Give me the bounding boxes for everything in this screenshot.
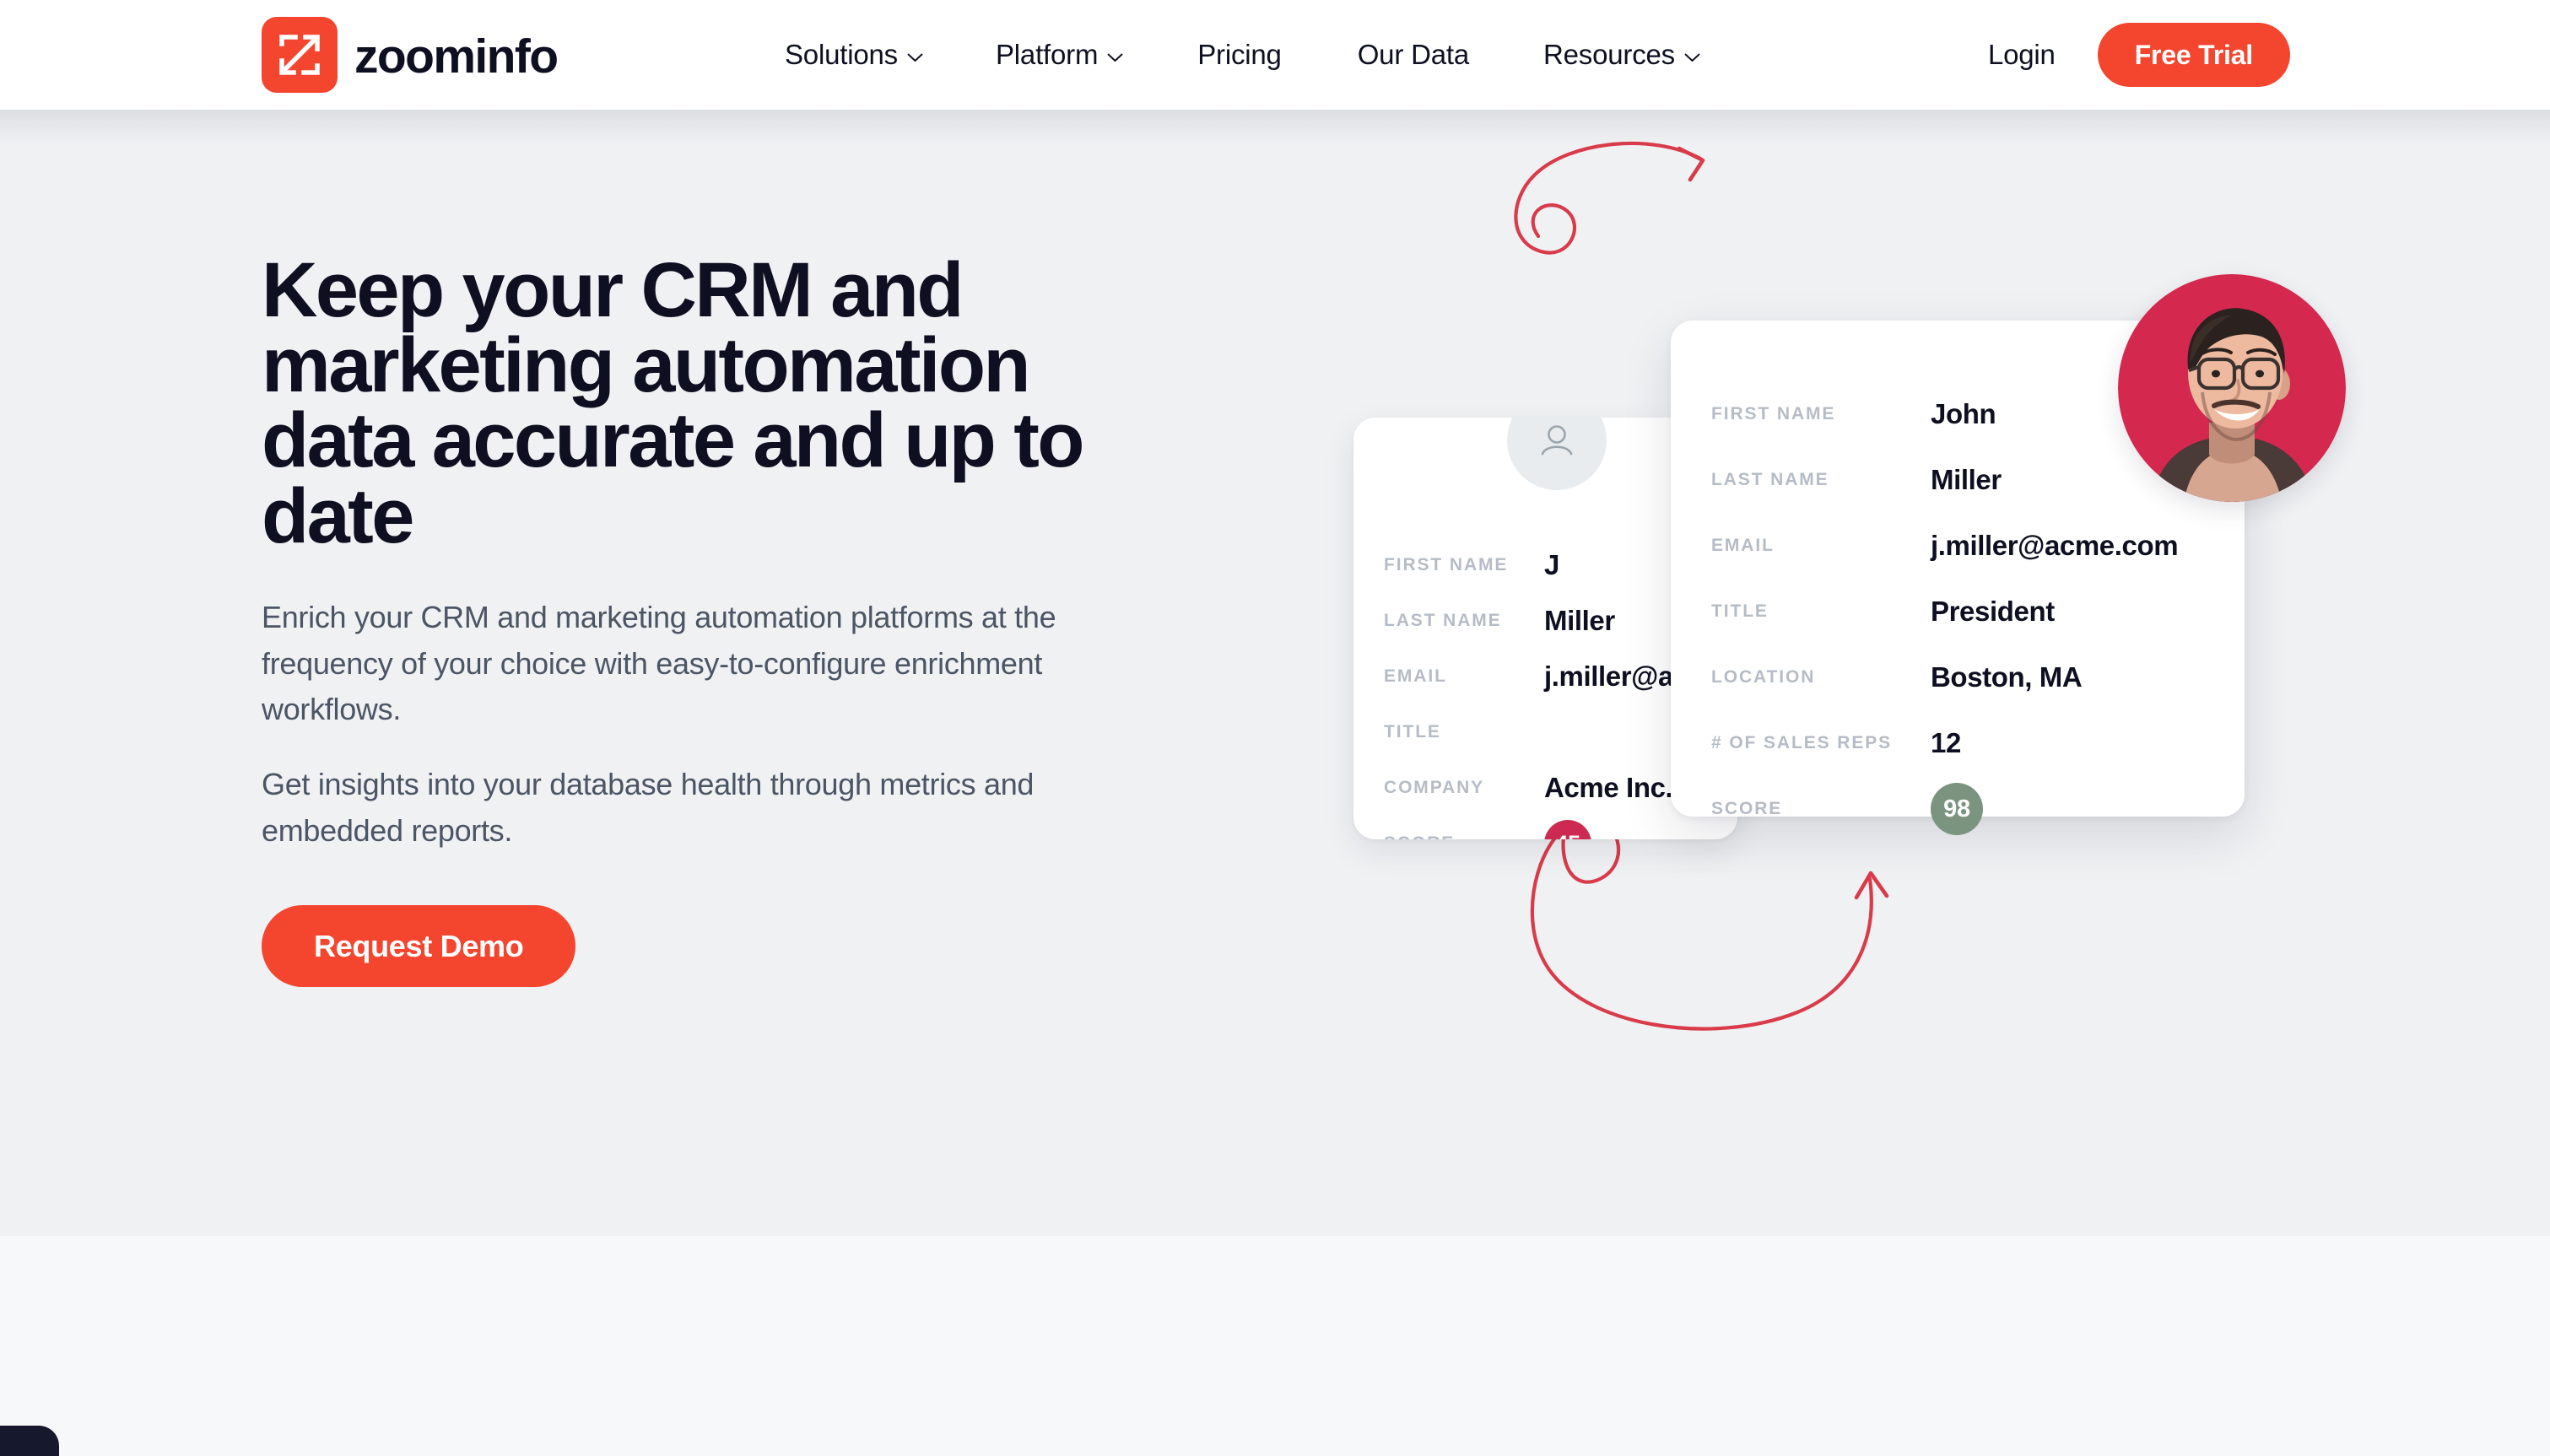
nav-item-platform[interactable]: Platform (996, 39, 1123, 71)
field-label: FIRST NAME (1384, 555, 1509, 574)
status-badge: 45 (1544, 820, 1591, 839)
hero-paragraph-2: Get insights into your database health t… (262, 767, 1035, 848)
field-value: J (1544, 549, 1559, 580)
field-row: LOCATION Boston, MA (1711, 644, 2218, 710)
field-label: TITLE (1711, 601, 1769, 621)
status-badge: 98 (1931, 783, 1983, 835)
field-value: Miller (1544, 605, 1615, 636)
chevron-down-icon (907, 53, 923, 62)
field-label: # OF SALES REPS (1711, 733, 1893, 752)
field-row: EMAIL j.miller@acme.com (1711, 513, 2218, 579)
field-value: Boston, MA (1931, 661, 2083, 693)
user-placeholder-icon (1507, 418, 1607, 490)
top-curved-arrow (1514, 141, 1705, 255)
hero-illustration: FIRST NAME J LAST NAME Miller EMAIL j.mi… (1316, 141, 2346, 1063)
field-label: TITLE (1384, 722, 1441, 741)
nav-item-label: Resources (1543, 39, 1675, 70)
field-value: John (1931, 398, 1996, 429)
field-value: President (1931, 596, 2055, 627)
lower-section-background (0, 1236, 2550, 1456)
field-label: LAST NAME (1384, 611, 1502, 630)
zoominfo-z-arrow-icon (262, 17, 338, 93)
score-row: SCORE 45 (1384, 816, 1737, 839)
field-value: 12 (1931, 727, 1961, 758)
chevron-down-icon (1684, 53, 1700, 62)
field-row: # OF SALES REPS 12 (1711, 710, 2218, 776)
brand-name: zoominfo (354, 29, 559, 84)
main-navigation: Solutions Platform Pricing Our Data Reso… (785, 0, 1700, 110)
bottom-left-decor-shape (0, 1426, 59, 1456)
nav-item-pricing[interactable]: Pricing (1197, 39, 1282, 71)
free-trial-button[interactable]: Free Trial (2097, 23, 2290, 87)
field-label: LOCATION (1711, 667, 1816, 687)
contact-card-enriched: FIRST NAME John LAST NAME Miller EMAIL j… (1671, 274, 2346, 835)
request-demo-button[interactable]: Request Demo (262, 904, 576, 987)
page-title: Keep your CRM and marketing automation d… (262, 247, 1084, 559)
hero-paragraph-1: Enrich your CRM and marketing automation… (262, 599, 1056, 727)
score-label: SCORE (1384, 833, 1544, 839)
nav-item-solutions[interactable]: Solutions (785, 39, 923, 71)
field-label: LAST NAME (1711, 470, 1829, 489)
site-header: zoominfo Solutions Platform Pricing Our … (0, 0, 2550, 110)
score-row: SCORE 98 (1711, 776, 2218, 842)
nav-item-label: Platform (995, 39, 1099, 70)
hero-copy-block: Keep your CRM and marketing automation d… (262, 247, 1164, 987)
field-value: Acme Inc. (1544, 772, 1673, 803)
field-label: COMPANY (1384, 778, 1485, 797)
page-root: zoominfo Solutions Platform Pricing Our … (0, 0, 2550, 1456)
score-label: SCORE (1711, 799, 1783, 818)
nav-item-label: Pricing (1197, 39, 1282, 70)
nav-item-label: Solutions (785, 39, 898, 70)
nav-item-our-data[interactable]: Our Data (1358, 39, 1469, 71)
header-actions: Login Free Trial (1988, 0, 2290, 110)
field-label: EMAIL (1384, 666, 1447, 686)
avatar (2118, 274, 2346, 502)
brand-logo-link[interactable]: zoominfo (262, 17, 559, 93)
login-link[interactable]: Login (1988, 39, 2056, 71)
field-label: FIRST NAME (1711, 404, 1836, 423)
field-value: j.miller@acme.com (1931, 530, 2179, 561)
nav-item-label: Our Data (1357, 39, 1470, 70)
field-value: Miller (1931, 464, 2002, 495)
chevron-down-icon (1107, 53, 1123, 62)
nav-item-resources[interactable]: Resources (1543, 39, 1700, 71)
field-label: EMAIL (1711, 536, 1775, 555)
field-row: TITLE President (1711, 579, 2218, 644)
